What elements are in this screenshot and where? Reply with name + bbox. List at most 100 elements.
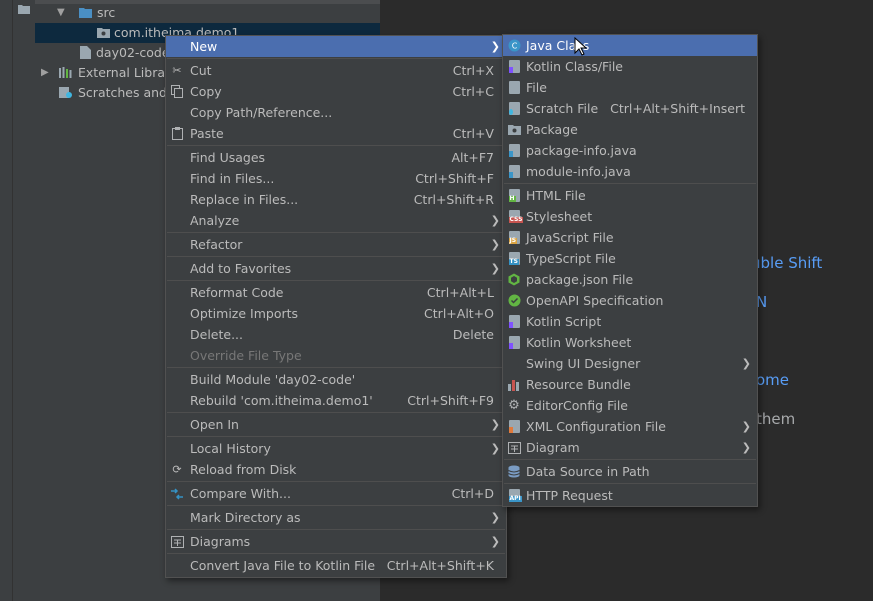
chevron-right-icon: ❯ (490, 238, 500, 251)
diagram-icon (507, 441, 521, 454)
chevron-down-icon[interactable]: ▼ (57, 3, 65, 23)
menu-shortcut: Alt+F7 (451, 150, 494, 165)
menu-label: Diagram (526, 440, 580, 455)
file-icon (80, 46, 91, 59)
menu-label: Copy Path/Reference... (190, 105, 333, 120)
badge: TS (508, 258, 519, 265)
submenu-item-package[interactable]: Package (503, 119, 757, 140)
menu-label: Diagrams (190, 534, 251, 549)
css-file-icon: CSS (507, 210, 524, 223)
menu-item-rebuild[interactable]: Rebuild 'com.itheima.demo1' Ctrl+Shift+F… (166, 390, 506, 411)
tree-label-external: External Librari (78, 65, 174, 80)
submenu-item-editorconfig[interactable]: ⚙ EditorConfig File (503, 395, 757, 416)
menu-item-optimize-imports[interactable]: Optimize Imports Ctrl+Alt+O (166, 303, 506, 324)
menu-item-new[interactable]: New ❯ (166, 36, 506, 57)
menu-label: Open In (190, 417, 239, 432)
menu-item-refactor[interactable]: Refactor ❯ (166, 234, 506, 255)
submenu-item-diagram[interactable]: Diagram ❯ (503, 437, 757, 458)
submenu-item-kotlin-worksheet[interactable]: Kotlin Worksheet (503, 332, 757, 353)
hint-home[interactable]: ome (756, 371, 789, 389)
clipboard-icon (170, 127, 184, 140)
menu-label: Refactor (190, 237, 243, 252)
badge (508, 322, 513, 328)
badge: CSS (508, 216, 524, 223)
badge (508, 109, 513, 115)
badge: API (508, 495, 522, 502)
submenu-item-html-file[interactable]: H HTML File (503, 185, 757, 206)
menu-shortcut: Ctrl+D (451, 486, 494, 501)
gear-icon: ⚙ (508, 398, 520, 413)
chevron-right-icon: ❯ (490, 40, 500, 53)
menu-item-find-in-files[interactable]: Find in Files... Ctrl+Shift+F (166, 168, 506, 189)
menu-item-reload-from-disk[interactable]: ⟳ Reload from Disk (166, 459, 506, 480)
menu-item-copy[interactable]: Copy Ctrl+C (166, 81, 506, 102)
file-shape (508, 102, 520, 115)
tool-window-strip (0, 0, 12, 601)
submenu-item-typescript-file[interactable]: TS TypeScript File (503, 248, 757, 269)
menu-item-diagrams[interactable]: Diagrams ❯ (166, 531, 506, 552)
menu-label: EditorConfig File (526, 398, 628, 413)
submenu-item-javascript-file[interactable]: JS JavaScript File (503, 227, 757, 248)
menu-shortcut: Delete (452, 327, 494, 342)
submenu-item-package-info[interactable]: package-info.java (503, 140, 757, 161)
tree-label-module: day02-code (96, 45, 170, 60)
menu-item-reformat-code[interactable]: Reformat Code Ctrl+Alt+L (166, 282, 506, 303)
menu-item-build-module[interactable]: Build Module 'day02-code' (166, 369, 506, 390)
menu-label: Cut (190, 63, 212, 78)
menu-item-compare-with[interactable]: Compare With... Ctrl+D (166, 483, 506, 504)
file-shape: API (508, 489, 522, 502)
menu-item-cut[interactable]: ✂ Cut Ctrl+X (166, 60, 506, 81)
menu-item-analyze[interactable]: Analyze ❯ (166, 210, 506, 231)
submenu-item-package-json[interactable]: package.json File (503, 269, 757, 290)
nodejs-icon (507, 273, 521, 286)
separator (167, 367, 505, 368)
menu-label: TypeScript File (526, 251, 616, 266)
menu-label: Data Source in Path (526, 464, 650, 479)
menu-item-convert-java-kotlin[interactable]: Convert Java File to Kotlin File Ctrl+Al… (166, 555, 506, 576)
badge (508, 172, 513, 178)
submenu-item-data-source[interactable]: Data Source in Path (503, 461, 757, 482)
menu-item-paste[interactable]: Paste Ctrl+V (166, 123, 506, 144)
submenu-item-kotlin-class[interactable]: Kotlin Class/File (503, 56, 757, 77)
submenu-item-stylesheet[interactable]: CSS Stylesheet (503, 206, 757, 227)
menu-label: Replace in Files... (190, 192, 299, 207)
separator (167, 505, 505, 506)
menu-label: New (190, 39, 218, 54)
menu-item-copy-path[interactable]: Copy Path/Reference... (166, 102, 506, 123)
menu-label: Swing UI Designer (526, 356, 641, 371)
submenu-item-xml-config[interactable]: XML Configuration File ❯ (503, 416, 757, 437)
file-shape (508, 60, 520, 73)
menu-shortcut: Ctrl+Alt+O (424, 306, 494, 321)
menu-item-local-history[interactable]: Local History ❯ (166, 438, 506, 459)
menu-item-delete[interactable]: Delete... Delete (166, 324, 506, 345)
submenu-item-java-class[interactable]: C Java Class (503, 35, 757, 56)
chevron-right-icon: ❯ (490, 535, 500, 548)
submenu-item-resource-bundle[interactable]: Resource Bundle (503, 374, 757, 395)
javascript-file-icon: JS (507, 231, 521, 244)
menu-item-mark-directory-as[interactable]: Mark Directory as ❯ (166, 507, 506, 528)
submenu-item-file[interactable]: File (503, 77, 757, 98)
menu-label: Build Module 'day02-code' (190, 372, 356, 387)
menu-shortcut: Ctrl+Alt+L (426, 285, 494, 300)
menu-item-add-to-favorites[interactable]: Add to Favorites ❯ (166, 258, 506, 279)
java-file-icon (507, 144, 521, 157)
separator (167, 256, 505, 257)
menu-label: Resource Bundle (526, 377, 631, 392)
hint-double-shift[interactable]: uble Shift (751, 254, 822, 272)
menu-item-open-in[interactable]: Open In ❯ (166, 414, 506, 435)
submenu-item-module-info[interactable]: module-info.java (503, 161, 757, 182)
submenu-item-swing-ui-designer[interactable]: Swing UI Designer ❯ (503, 353, 757, 374)
chevron-right-icon[interactable]: ▶ (41, 63, 49, 83)
menu-label: module-info.java (526, 164, 631, 179)
mouse-cursor-icon (574, 37, 588, 56)
submenu-item-openapi[interactable]: OpenAPI Specification (503, 290, 757, 311)
menu-shortcut: Ctrl+Shift+R (413, 192, 494, 207)
menu-item-replace-in-files[interactable]: Replace in Files... Ctrl+Shift+R (166, 189, 506, 210)
submenu-item-http-request[interactable]: API HTTP Request (503, 485, 757, 506)
file-shape: TS (508, 252, 520, 265)
file-shape: H (508, 189, 520, 202)
submenu-item-kotlin-script[interactable]: Kotlin Script (503, 311, 757, 332)
submenu-item-scratch-file[interactable]: Scratch File Ctrl+Alt+Shift+Insert (503, 98, 757, 119)
file-shape: CSS (508, 210, 524, 223)
menu-item-find-usages[interactable]: Find Usages Alt+F7 (166, 147, 506, 168)
